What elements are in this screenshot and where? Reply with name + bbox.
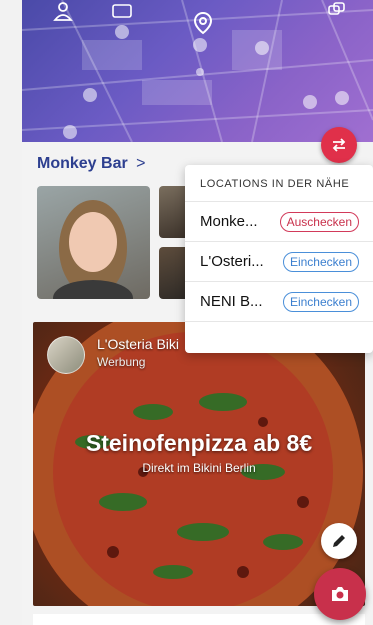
venue-title: Monkey Bar	[37, 155, 128, 172]
edit-button[interactable]	[321, 523, 357, 559]
location-name: L'Osteri...	[200, 253, 264, 270]
portrait-image	[53, 200, 133, 299]
location-item[interactable]: Monke... Auschecken	[185, 201, 373, 242]
checkout-button[interactable]: Auschecken	[279, 212, 359, 232]
location-item[interactable]: L'Osteri... Einchecken	[185, 241, 373, 282]
checkin-button[interactable]: Einchecken	[282, 252, 359, 272]
location-item[interactable]: NENI B... Einchecken	[185, 281, 373, 322]
promo-card[interactable]: L'Osteria Biki Werbung Steinofenpizza ab…	[33, 322, 365, 606]
promo-subtitle: Direkt im Bikini Berlin	[142, 461, 256, 475]
menu-header: LOCATIONS IN DER NÄHE	[200, 178, 350, 190]
tv-icon[interactable]	[110, 0, 134, 22]
menu-divider	[185, 321, 373, 354]
venue-title-link[interactable]: Monkey Bar >	[37, 155, 146, 173]
chat-icon[interactable]	[326, 0, 348, 22]
location-name: NENI B...	[200, 293, 263, 310]
next-card-edge	[33, 614, 365, 625]
chevron-right-icon: >	[136, 155, 146, 172]
app-frame: Monkey Bar > L'Osteria Biki Werbung Stei…	[22, 0, 373, 625]
location-name: Monke...	[200, 213, 258, 230]
venue-avatar	[47, 336, 85, 374]
ad-label: Werbung	[97, 355, 146, 369]
camera-button[interactable]	[314, 568, 366, 620]
switch-location-button[interactable]	[321, 127, 357, 163]
checkin-button[interactable]: Einchecken	[282, 292, 359, 312]
map-header[interactable]	[22, 0, 373, 142]
swap-arrows-icon	[332, 138, 346, 152]
user-icon[interactable]	[52, 0, 74, 22]
location-pin-icon[interactable]	[190, 10, 216, 36]
person-photo[interactable]	[37, 186, 150, 299]
camera-icon	[332, 587, 348, 601]
promo-title: Steinofenpizza ab 8€	[85, 430, 313, 456]
nearby-locations-menu: LOCATIONS IN DER NÄHE Monke... Auschecke…	[185, 165, 373, 353]
pencil-icon	[333, 535, 345, 547]
promo-venue: L'Osteria Biki	[97, 336, 180, 352]
